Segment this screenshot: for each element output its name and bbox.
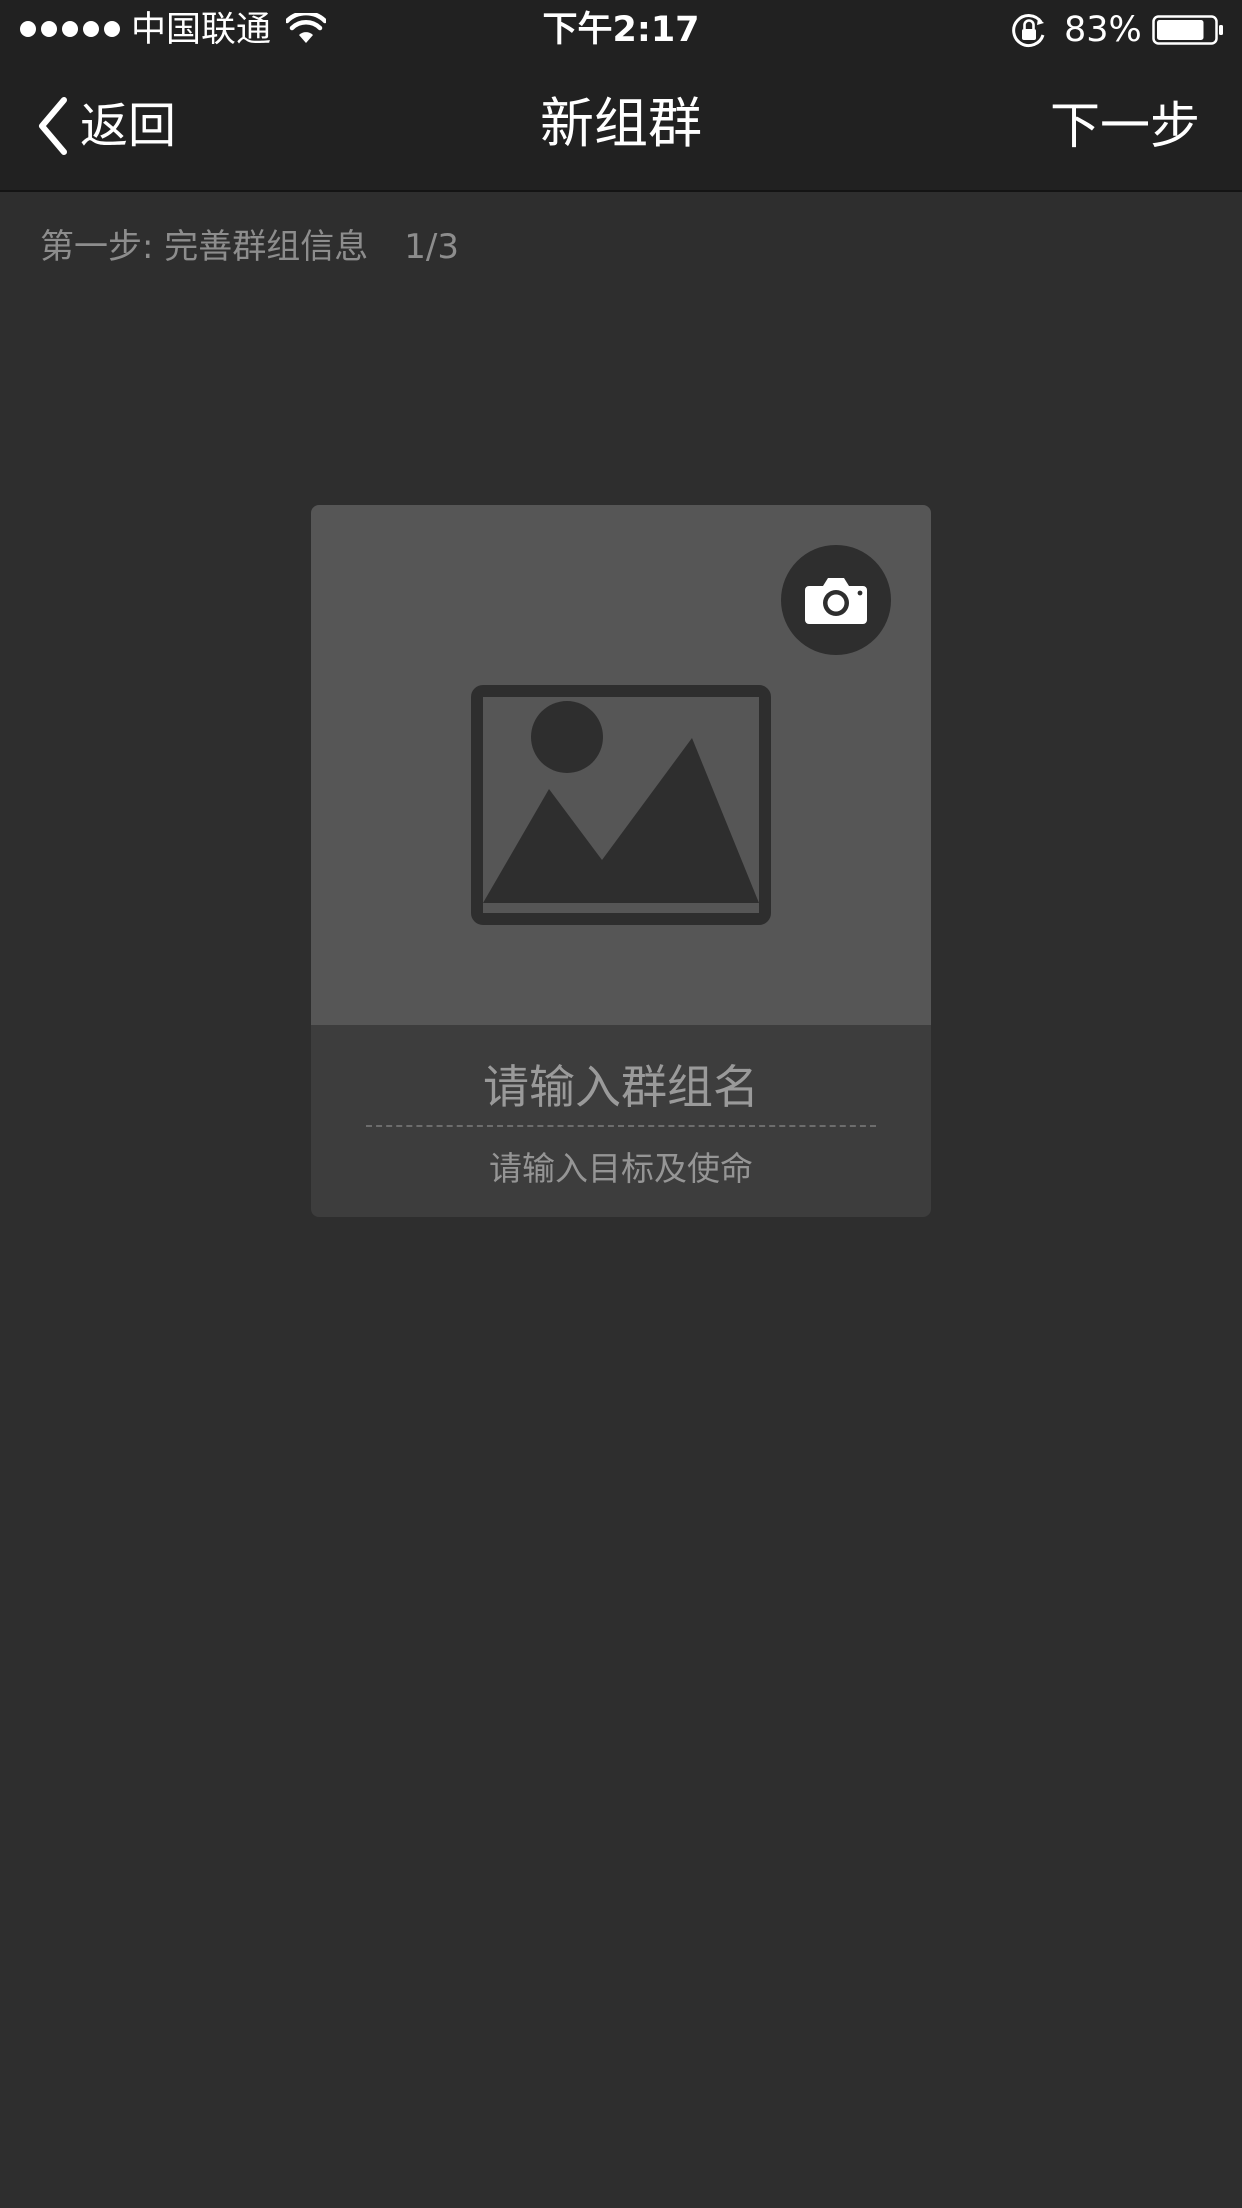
group-info-fields [311, 1025, 931, 1217]
group-name-input[interactable] [366, 1049, 876, 1127]
lock-rotation-icon [1012, 14, 1045, 48]
status-bar: 中国联通 下午2:17 83% [0, 0, 1242, 60]
image-placeholder-icon [471, 685, 771, 925]
step-title: 第一步: 完善群组信息 [40, 227, 369, 267]
group-mission-input[interactable] [366, 1143, 876, 1193]
navigation-bar: 返回 新组群 下一步 [0, 60, 1242, 192]
battery-icon [1152, 15, 1223, 45]
group-cover-image[interactable] [311, 505, 931, 1025]
camera-icon [805, 578, 867, 624]
group-info-card [311, 505, 931, 1217]
next-step-button[interactable]: 下一步 [1050, 95, 1200, 157]
new-group-screen: 中国联通 下午2:17 83% 返回 新组群 下一步 第一步: 完善群组信息 1… [0, 0, 1242, 2208]
step-count: 1/3 [404, 227, 459, 267]
status-time: 下午2:17 [542, 10, 700, 50]
battery-percentage: 83% [1064, 10, 1142, 50]
camera-button[interactable] [781, 545, 891, 655]
step-indicator: 第一步: 完善群组信息 1/3 [40, 224, 459, 270]
